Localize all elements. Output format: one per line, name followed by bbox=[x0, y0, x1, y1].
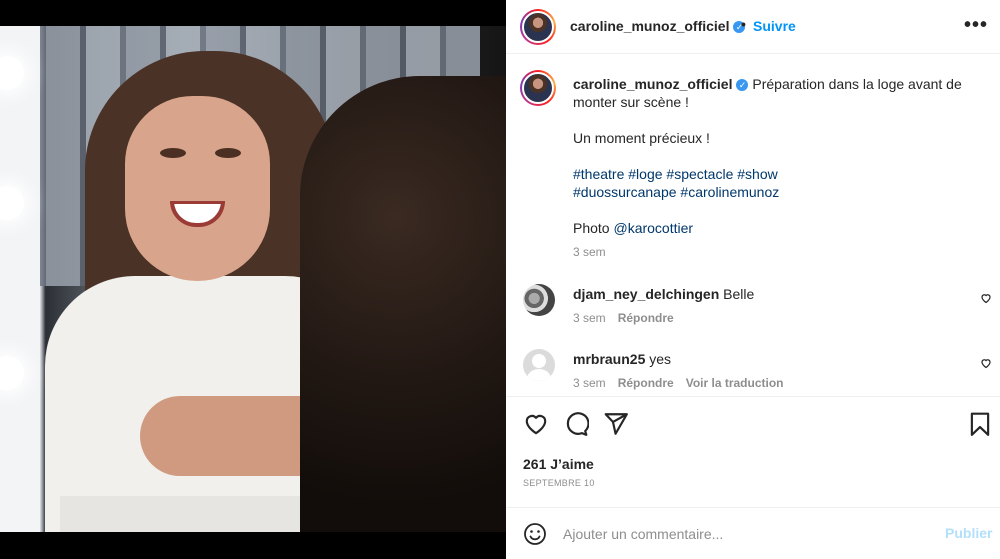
post-date[interactable]: SEPTEMBRE 10 bbox=[523, 478, 595, 488]
caption-timestamp[interactable]: 3 sem bbox=[573, 245, 606, 259]
follow-button[interactable]: Suivre bbox=[753, 18, 796, 34]
hashtag-link[interactable]: #theatre bbox=[573, 166, 624, 182]
comment-timestamp[interactable]: 3 sem bbox=[573, 311, 606, 325]
author-avatar[interactable] bbox=[520, 9, 556, 45]
photographer-mention[interactable]: @karocottier bbox=[613, 220, 693, 236]
caption-author-name[interactable]: caroline_munoz_officiel bbox=[573, 76, 732, 92]
hashtag-link[interactable]: #carolinemunoz bbox=[680, 184, 779, 200]
heart-icon[interactable] bbox=[523, 411, 549, 437]
post-actions-bar bbox=[506, 396, 1000, 448]
post-header: caroline_munoz_officiel ✓ • Suivre ••• bbox=[506, 0, 1000, 54]
post-details-panel: caroline_munoz_officiel ✓ • Suivre ••• ca… bbox=[506, 0, 1000, 559]
comments-section[interactable]: caroline_munoz_officiel ✓ Préparation dan… bbox=[506, 55, 1000, 395]
comment-item: mrbraun25 yes 3 sem Répondre Voir la tradu… bbox=[506, 349, 1000, 399]
caption-author-avatar[interactable] bbox=[520, 70, 556, 106]
comment-text: Belle bbox=[723, 286, 755, 302]
verified-badge-icon: ✓ bbox=[736, 79, 749, 92]
photo-credit: Photo @karocottier bbox=[573, 220, 694, 236]
comment-like-icon[interactable] bbox=[980, 357, 992, 369]
caption-line-2: Un moment précieux ! bbox=[573, 130, 710, 146]
commenter-avatar[interactable] bbox=[523, 349, 555, 381]
commenter-name[interactable]: mrbraun25 bbox=[573, 351, 645, 367]
comment-timestamp[interactable]: 3 sem bbox=[573, 376, 606, 390]
caption-hashtags: #theatre #loge #spectacle #show #duossur… bbox=[573, 165, 973, 201]
paper-plane-icon[interactable] bbox=[603, 411, 629, 437]
commenter-avatar[interactable] bbox=[523, 284, 555, 316]
post-caption: caroline_munoz_officiel ✓ Préparation dan… bbox=[573, 75, 973, 255]
post-viewer: caroline_munoz_officiel ✓ • Suivre ••• ca… bbox=[0, 0, 1000, 559]
comment-input[interactable] bbox=[563, 522, 923, 546]
smiley-icon[interactable] bbox=[523, 522, 547, 546]
reply-button[interactable]: Répondre bbox=[618, 376, 674, 390]
comment-composer: Publier bbox=[506, 507, 1000, 559]
bookmark-icon[interactable] bbox=[967, 411, 993, 437]
post-media bbox=[0, 0, 506, 559]
commenter-name[interactable]: djam_ney_delchingen bbox=[573, 286, 719, 302]
hashtag-link[interactable]: #show bbox=[737, 166, 777, 182]
comment-icon[interactable] bbox=[563, 411, 589, 437]
reply-button[interactable]: Répondre bbox=[618, 311, 674, 325]
comment-text: yes bbox=[649, 351, 672, 367]
comment-like-icon[interactable] bbox=[980, 292, 992, 304]
see-translation-button[interactable]: Voir la traduction bbox=[686, 376, 784, 390]
author-name[interactable]: caroline_munoz_officiel ✓ bbox=[570, 18, 746, 34]
publish-button[interactable]: Publier bbox=[945, 525, 992, 541]
hashtag-link[interactable]: #duossurcanape bbox=[573, 184, 677, 200]
hashtag-link[interactable]: #loge bbox=[628, 166, 662, 182]
more-options-icon[interactable]: ••• bbox=[964, 14, 988, 37]
comment-item: djam_ney_delchingen Belle 3 sem Répondre bbox=[506, 284, 1000, 334]
post-photo[interactable] bbox=[0, 26, 506, 532]
like-count[interactable]: 261 J’aime bbox=[523, 456, 594, 472]
hashtag-link[interactable]: #spectacle bbox=[666, 166, 733, 182]
header-separator: • bbox=[741, 16, 746, 32]
